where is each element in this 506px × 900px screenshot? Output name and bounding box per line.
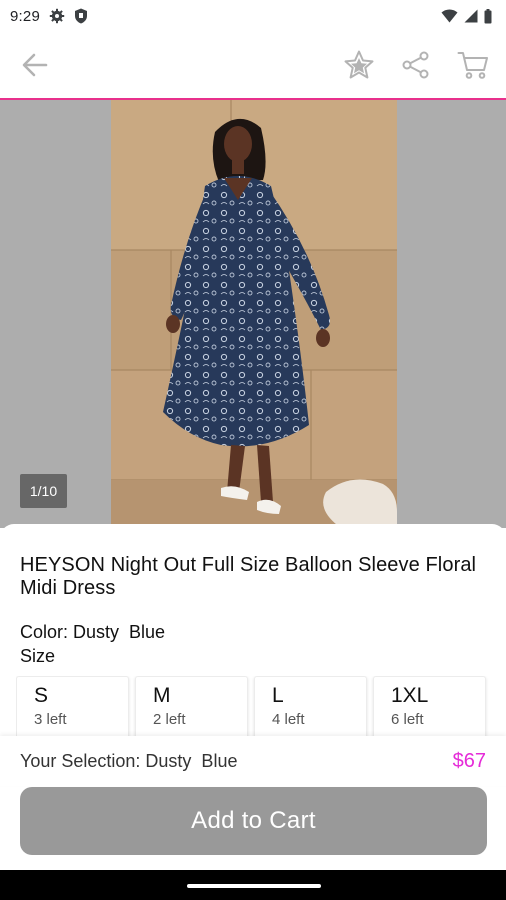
product-details-sheet: HEYSON Night Out Full Size Balloon Sleev… — [0, 524, 506, 870]
size-stock: 6 left — [391, 711, 424, 728]
cart-icon[interactable] — [456, 48, 490, 82]
status-time: 9:29 — [10, 7, 40, 25]
product-screen: 9:29 1/10 HEYSON Night Out Full Size Bal… — [0, 0, 506, 900]
size-option-1xl[interactable]: 1XL 6 left — [373, 676, 486, 736]
back-arrow-icon[interactable] — [18, 48, 52, 82]
size-heading: Size — [20, 646, 56, 666]
system-nav-bar — [0, 870, 506, 900]
status-bar: 9:29 — [0, 0, 506, 32]
settings-gear-icon — [49, 8, 65, 24]
size-name: L — [272, 684, 284, 707]
selection-summary: Your Selection: Dusty Blue $67 — [0, 736, 506, 786]
selection-text: Your Selection: Dusty Blue — [20, 750, 238, 771]
add-to-cart-button[interactable]: Add to Cart — [20, 787, 487, 855]
size-option-m[interactable]: M 2 left — [135, 676, 248, 736]
product-photo[interactable] — [111, 100, 397, 528]
app-bar — [0, 32, 506, 98]
size-name: M — [153, 684, 171, 707]
color-label: Color: Dusty Blue — [20, 622, 166, 642]
home-gesture-handle[interactable] — [187, 884, 321, 888]
size-stock: 3 left — [34, 711, 67, 728]
product-title: HEYSON Night Out Full Size Balloon Sleev… — [20, 554, 477, 599]
app-bar-actions — [342, 48, 490, 82]
size-name: S — [34, 684, 49, 707]
share-icon[interactable] — [399, 48, 433, 82]
size-option-l[interactable]: L 4 left — [254, 676, 367, 736]
star-icon[interactable] — [342, 48, 376, 82]
shield-icon — [74, 8, 88, 24]
size-name: 1XL — [391, 684, 429, 707]
battery-icon — [484, 8, 492, 24]
size-stock: 4 left — [272, 711, 305, 728]
status-right — [441, 8, 492, 24]
product-image-gallery[interactable] — [0, 100, 506, 528]
size-option-s[interactable]: S 3 left — [16, 676, 129, 736]
price: $67 — [452, 749, 486, 772]
status-left: 9:29 — [10, 8, 88, 25]
cell-signal-icon — [464, 9, 478, 23]
image-counter: 1/10 — [20, 474, 67, 508]
wifi-icon — [441, 9, 458, 23]
size-stock: 2 left — [153, 711, 186, 728]
size-options: S 3 left M 2 left L 4 left 1XL 6 left — [16, 676, 494, 736]
